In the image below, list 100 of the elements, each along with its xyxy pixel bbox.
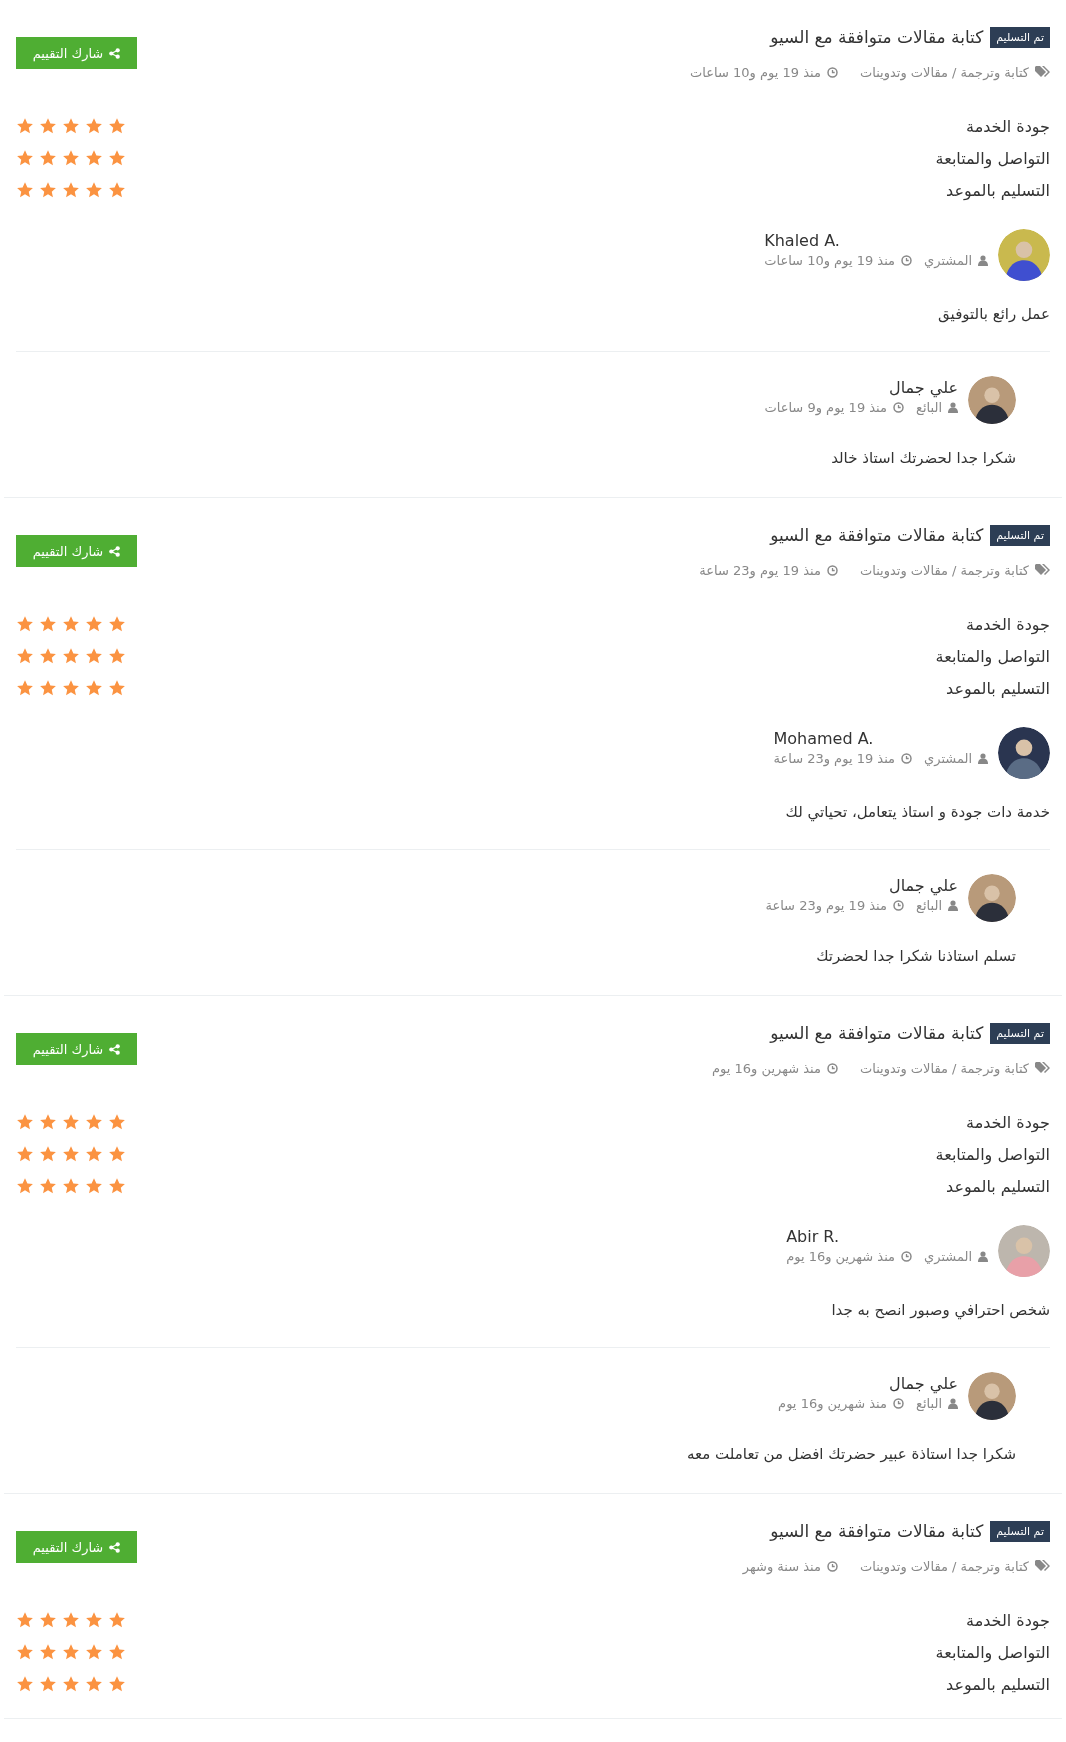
star-icon xyxy=(62,1113,80,1131)
star-icon xyxy=(39,1145,57,1163)
star-icon xyxy=(108,1145,126,1163)
star-icon xyxy=(62,1675,80,1693)
user-role: المشتري xyxy=(924,751,972,766)
category-link[interactable]: كتابة وترجمة / مقالات وتدوينات xyxy=(859,1558,1029,1574)
avatar xyxy=(998,1225,1050,1277)
rating-label: التواصل والمتابعة xyxy=(935,148,1050,168)
avatar xyxy=(998,727,1050,779)
service-title[interactable]: كتابة مقالات متوافقة مع السيو xyxy=(770,1521,984,1541)
clock-icon xyxy=(901,255,913,266)
reply-comment: شكرا جدا لحضرتك استاذ خالد xyxy=(830,448,1016,469)
review-comment: شخص احترافي وصبور انصح به جدا xyxy=(830,1300,1050,1322)
user-icon xyxy=(948,900,958,911)
rating-label: جودة الخدمة xyxy=(966,1112,1050,1132)
status-badge: تم التسليم xyxy=(990,524,1050,546)
star-icon xyxy=(108,117,126,135)
star-icon xyxy=(62,647,80,665)
timestamp: منذ 19 يوم و23 ساعة xyxy=(699,562,821,578)
star-icon xyxy=(85,1113,103,1131)
star-icon xyxy=(16,181,34,199)
clock-icon xyxy=(826,66,838,78)
reply-comment: تسلم استاذنا شكرا جدا لحضرتك xyxy=(815,946,1016,967)
star-icon xyxy=(108,1177,126,1195)
star-icon xyxy=(85,149,103,167)
service-title[interactable]: كتابة مقالات متوافقة مع السيو xyxy=(770,27,984,47)
timestamp: منذ سنة وشهر xyxy=(742,1558,821,1574)
rating-label: جودة الخدمة xyxy=(966,1610,1050,1630)
star-icon xyxy=(16,1643,34,1661)
rating-label: التواصل والمتابعة xyxy=(935,1144,1050,1164)
star-icon xyxy=(85,181,103,199)
user-name[interactable]: علي جمال xyxy=(778,1372,958,1396)
star-icon xyxy=(108,615,126,633)
star-icon xyxy=(39,615,57,633)
star-icon xyxy=(16,1675,34,1693)
star-icon xyxy=(62,1643,80,1661)
status-badge: تم التسليم xyxy=(990,1022,1050,1044)
timestamp: منذ شهرين و16 يوم xyxy=(712,1060,821,1076)
star-icon xyxy=(16,149,34,167)
star-icon xyxy=(39,149,57,167)
service-title[interactable]: كتابة مقالات متوافقة مع السيو xyxy=(770,1023,984,1043)
star-icon xyxy=(16,679,34,697)
star-icon xyxy=(108,679,126,697)
review-comment: عمل رائع بالتوفيق xyxy=(937,304,1050,325)
tags-icon xyxy=(1035,564,1050,576)
category-link[interactable]: كتابة وترجمة / مقالات وتدوينات xyxy=(859,64,1029,80)
rating-label: التواصل والمتابعة xyxy=(935,646,1050,666)
share-icon xyxy=(109,1541,121,1553)
timestamp: منذ شهرين و16 يوم xyxy=(778,1396,887,1411)
star-icon xyxy=(62,1145,80,1163)
timestamp: منذ 19 يوم و9 ساعات xyxy=(764,400,887,415)
status-badge: تم التسليم xyxy=(990,26,1050,48)
category-link[interactable]: كتابة وترجمة / مقالات وتدوينات xyxy=(859,1060,1029,1076)
star-icon xyxy=(39,679,57,697)
timestamp: منذ 19 يوم و10 ساعات xyxy=(690,64,821,80)
user-role: المشتري xyxy=(924,1249,972,1264)
user-name[interactable]: Mohamed A. xyxy=(773,727,988,751)
user-icon xyxy=(948,1398,958,1409)
star-icon xyxy=(39,1611,57,1629)
star-icon xyxy=(16,647,34,665)
star-icon xyxy=(16,1611,34,1629)
star-icon xyxy=(108,1675,126,1693)
clock-icon xyxy=(901,1251,913,1262)
user-name[interactable]: علي جمال xyxy=(764,376,958,400)
star-icon xyxy=(85,1611,103,1629)
timestamp: منذ شهرين و16 يوم xyxy=(786,1249,896,1264)
star-icon xyxy=(39,1177,57,1195)
rating-label: جودة الخدمة xyxy=(966,116,1050,136)
share-icon xyxy=(109,47,121,59)
category-link[interactable]: كتابة وترجمة / مقالات وتدوينات xyxy=(859,562,1029,578)
clock-icon xyxy=(893,900,904,911)
star-icon xyxy=(62,181,80,199)
avatar xyxy=(968,874,1016,922)
share-icon xyxy=(109,1043,121,1055)
user-icon xyxy=(948,402,958,413)
avatar xyxy=(968,1372,1016,1420)
star-icon xyxy=(62,117,80,135)
clock-icon xyxy=(893,402,904,413)
star-icon xyxy=(85,647,103,665)
user-name[interactable]: Abir R. xyxy=(786,1225,988,1249)
star-icon xyxy=(62,679,80,697)
star-icon xyxy=(16,1113,34,1131)
star-icon xyxy=(16,117,34,135)
star-icon xyxy=(62,615,80,633)
user-name[interactable]: علي جمال xyxy=(765,874,958,898)
star-icon xyxy=(16,615,34,633)
star-icon xyxy=(85,679,103,697)
star-icon xyxy=(16,1145,34,1163)
star-icon xyxy=(39,181,57,199)
user-name[interactable]: Khaled A. xyxy=(764,229,988,253)
service-title[interactable]: كتابة مقالات متوافقة مع السيو xyxy=(770,525,984,545)
star-icon xyxy=(108,149,126,167)
star-icon xyxy=(85,1675,103,1693)
star-icon xyxy=(85,117,103,135)
rating-label: التسليم بالموعد xyxy=(946,180,1050,200)
user-role: المشتري xyxy=(924,253,972,268)
star-icon xyxy=(39,1675,57,1693)
star-icon xyxy=(85,615,103,633)
user-icon xyxy=(978,1251,988,1262)
star-icon xyxy=(85,1145,103,1163)
